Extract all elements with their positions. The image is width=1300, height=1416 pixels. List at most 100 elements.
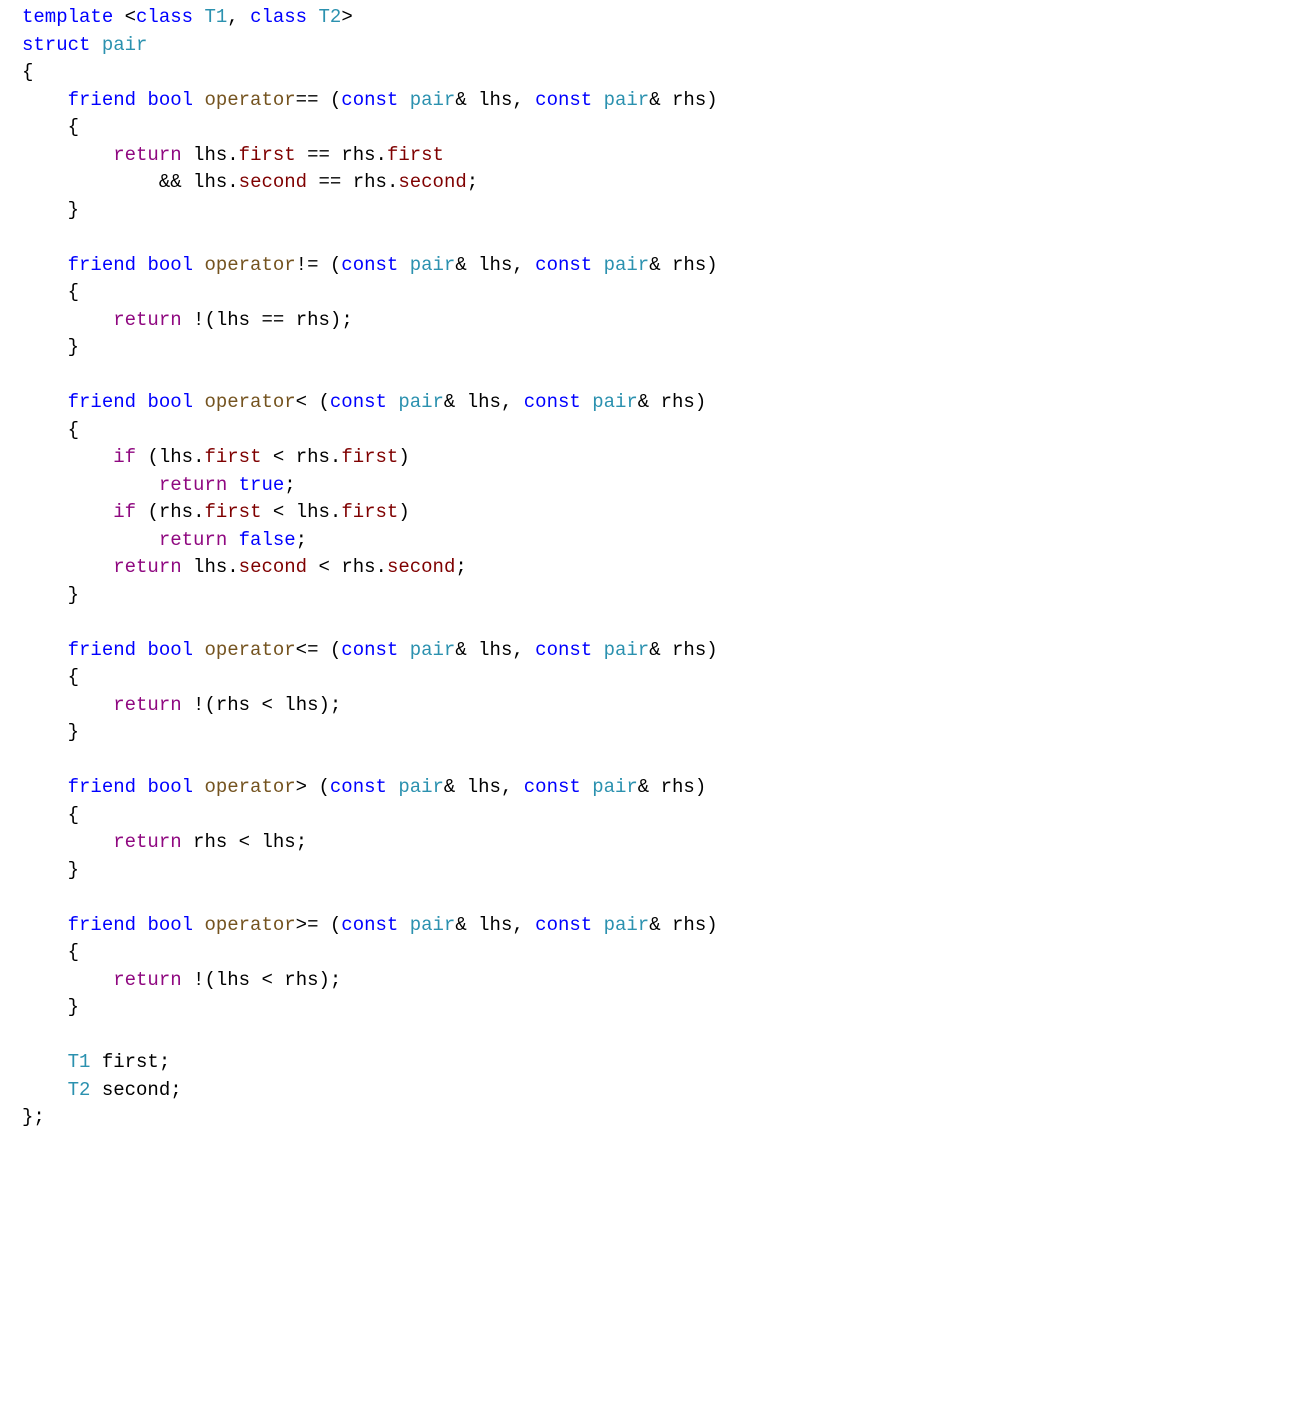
kw-struct: struct — [22, 34, 90, 56]
type-pair: pair — [410, 914, 456, 936]
id-rhs: rhs — [341, 556, 375, 578]
id-lhs: lhs — [284, 694, 318, 716]
mem-first: first — [341, 501, 398, 523]
kw-friend: friend — [68, 254, 136, 276]
fn-operator-gt: operator — [204, 776, 295, 798]
id-rhs: rhs — [284, 969, 318, 991]
fn-operator-lt: operator — [204, 391, 295, 413]
param-lhs: lhs — [478, 639, 512, 661]
kw-const: const — [341, 89, 398, 111]
mem-second: second — [398, 171, 466, 193]
type-T2: T2 — [319, 6, 342, 28]
fn-operator-ge: operator — [204, 914, 295, 936]
kw-bool: bool — [147, 639, 193, 661]
fn-operator-le: operator — [204, 639, 295, 661]
param-rhs: rhs — [672, 639, 706, 661]
param-lhs: lhs — [467, 391, 501, 413]
kw-const: const — [341, 639, 398, 661]
kw-friend: friend — [68, 89, 136, 111]
param-rhs: rhs — [661, 776, 695, 798]
kw-return: return — [113, 556, 181, 578]
kw-bool: bool — [147, 391, 193, 413]
id-lhs: lhs — [193, 556, 227, 578]
sym-ne: != — [296, 254, 319, 276]
type-pair: pair — [398, 391, 444, 413]
mem-first: first — [204, 446, 261, 468]
kw-if: if — [113, 446, 136, 468]
id-lhs: lhs — [216, 309, 250, 331]
sym-eq: == — [296, 89, 319, 111]
type-pair: pair — [592, 391, 638, 413]
kw-const: const — [535, 254, 592, 276]
type-pair: pair — [604, 254, 650, 276]
sym-le: <= — [296, 639, 319, 661]
kw-const: const — [524, 391, 581, 413]
kw-const: const — [535, 639, 592, 661]
param-rhs: rhs — [672, 89, 706, 111]
type-T1: T1 — [204, 6, 227, 28]
kw-return: return — [113, 309, 181, 331]
fn-operator-ne: operator — [204, 254, 295, 276]
mem-second: second — [239, 171, 307, 193]
param-lhs: lhs — [478, 914, 512, 936]
id-lhs: lhs — [261, 831, 295, 853]
param-lhs: lhs — [467, 776, 501, 798]
kw-const: const — [330, 391, 387, 413]
type-pair: pair — [604, 89, 650, 111]
id-lhs: lhs — [193, 171, 227, 193]
kw-bool: bool — [147, 776, 193, 798]
kw-return: return — [113, 694, 181, 716]
id-rhs: rhs — [353, 171, 387, 193]
kw-const: const — [330, 776, 387, 798]
kw-friend: friend — [68, 639, 136, 661]
sym-ge: >= — [296, 914, 319, 936]
id-lhs: lhs — [193, 144, 227, 166]
code-block: template <class T1, class T2> struct pai… — [0, 0, 1300, 1132]
id-lhs: lhs — [159, 446, 193, 468]
kw-const: const — [341, 254, 398, 276]
kw-bool: bool — [147, 254, 193, 276]
kw-false: false — [239, 529, 296, 551]
id-lhs: lhs — [216, 969, 250, 991]
param-rhs: rhs — [672, 914, 706, 936]
kw-class: class — [250, 6, 307, 28]
fn-operator-eq: operator — [204, 89, 295, 111]
type-pair: pair — [604, 639, 650, 661]
kw-return: return — [113, 969, 181, 991]
type-T1: T1 — [68, 1051, 91, 1073]
kw-const: const — [524, 776, 581, 798]
id-rhs: rhs — [193, 831, 227, 853]
mem-first: first — [341, 446, 398, 468]
kw-bool: bool — [147, 89, 193, 111]
type-pair: pair — [102, 34, 148, 56]
type-pair: pair — [410, 254, 456, 276]
param-lhs: lhs — [478, 89, 512, 111]
mem-first-decl: first — [102, 1051, 159, 1073]
id-rhs: rhs — [216, 694, 250, 716]
type-pair: pair — [398, 776, 444, 798]
id-rhs: rhs — [341, 144, 375, 166]
id-lhs: lhs — [296, 501, 330, 523]
kw-bool: bool — [147, 914, 193, 936]
sym-gt: > — [296, 776, 307, 798]
type-pair: pair — [410, 639, 456, 661]
type-pair: pair — [604, 914, 650, 936]
kw-const: const — [535, 914, 592, 936]
param-rhs: rhs — [661, 391, 695, 413]
kw-true: true — [239, 474, 285, 496]
type-T2: T2 — [68, 1079, 91, 1101]
kw-friend: friend — [68, 391, 136, 413]
kw-const: const — [535, 89, 592, 111]
kw-const: const — [341, 914, 398, 936]
param-rhs: rhs — [672, 254, 706, 276]
type-pair: pair — [410, 89, 456, 111]
kw-template: template — [22, 6, 113, 28]
kw-friend: friend — [68, 776, 136, 798]
kw-return: return — [113, 831, 181, 853]
id-rhs: rhs — [159, 501, 193, 523]
kw-friend: friend — [68, 914, 136, 936]
type-pair: pair — [592, 776, 638, 798]
param-lhs: lhs — [478, 254, 512, 276]
mem-second-decl: second — [102, 1079, 170, 1101]
sym-lt: < — [296, 391, 307, 413]
